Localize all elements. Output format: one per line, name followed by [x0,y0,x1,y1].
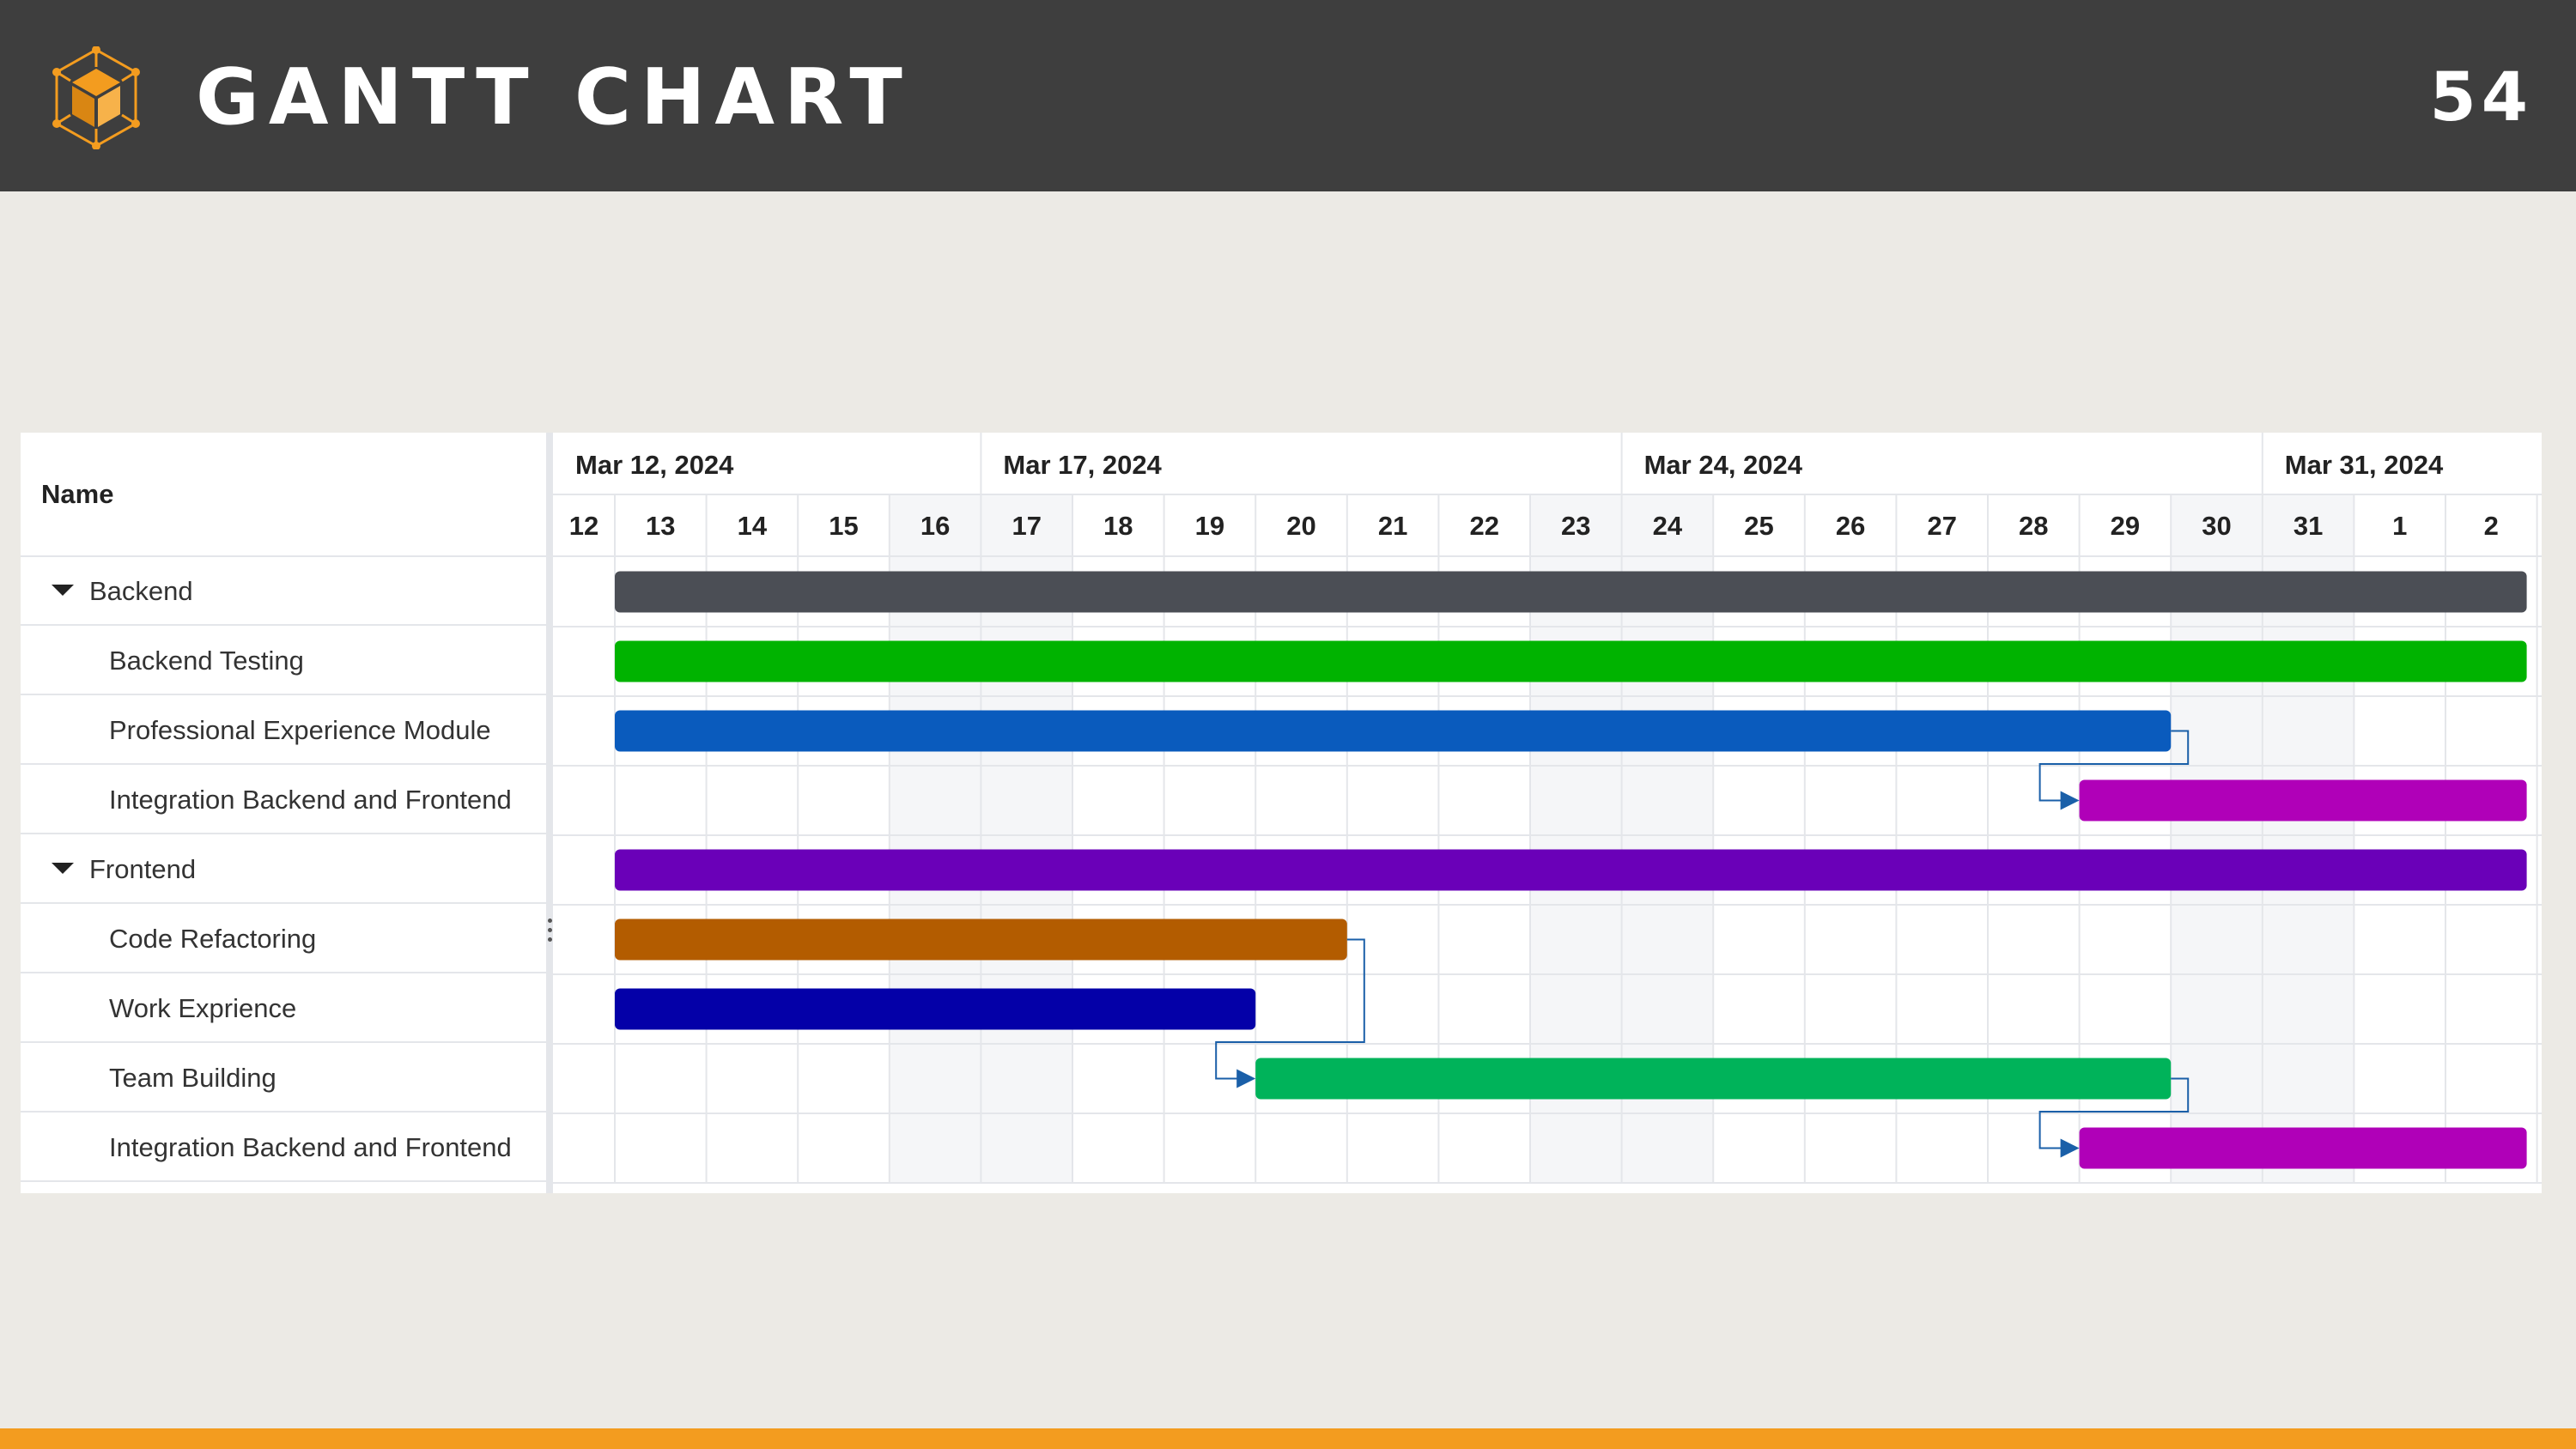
slide-title: GANTT CHART [196,52,912,142]
task-bar[interactable] [615,640,2527,682]
row-label: Professional Experience Module [109,715,491,745]
day-label: 16 [920,511,950,541]
week-label: Mar 12, 2024 [575,450,734,480]
day-label: 12 [569,511,598,541]
task-bar[interactable] [615,849,2527,891]
day-label: 27 [1927,511,1956,541]
row-label: Work Exprience [109,993,297,1023]
task-bar[interactable] [615,919,1347,961]
day-label: 18 [1103,511,1133,541]
day-label: 19 [1195,511,1224,541]
task-row[interactable]: Backend Testing [21,627,546,695]
task-row[interactable]: Team Building [21,1044,546,1113]
collapse-caret-icon[interactable] [52,863,74,874]
panel-splitter[interactable] [546,433,553,1193]
cube-network-icon [52,46,140,149]
day-label: 15 [829,511,858,541]
task-bar[interactable] [2079,779,2527,822]
day-label: 13 [646,511,675,541]
task-grid: Name Backend Backend Testing Professional … [21,433,546,1193]
task-bar[interactable] [615,988,1256,1030]
gantt-chart: Name Backend Backend Testing Professional … [21,433,2542,1193]
splitter-grip-icon[interactable] [546,913,553,948]
week-label: Mar 24, 2024 [1644,450,1803,480]
day-label: 29 [2111,511,2140,541]
task-bar[interactable] [1255,1058,2172,1100]
day-label: 31 [2293,511,2323,541]
day-label: 21 [1378,511,1407,541]
task-row[interactable]: Work Exprience [21,974,546,1043]
row-label: Integration Backend and Frontend [109,1132,512,1162]
row-label: Team Building [109,1063,276,1093]
day-label: 28 [2019,511,2048,541]
dependency-arrow-icon [2060,791,2080,810]
row-label: Frontend [89,854,197,884]
week-label: Mar 17, 2024 [1003,450,1162,480]
dependency-arrow-icon [1236,1069,1256,1088]
row-label: Code Refactoring [109,924,317,954]
slide-number: 54 [2429,59,2533,136]
group-row[interactable]: Frontend [21,835,546,904]
slide-header: GANTT CHART 54 [0,0,2576,191]
day-label: 17 [1012,511,1041,541]
day-label: 22 [1469,511,1498,541]
day-label: 30 [2202,511,2231,541]
day-label: 26 [1836,511,1865,541]
dependency-arrow-icon [2060,1138,2080,1158]
day-label: 25 [1744,511,1773,541]
task-bar[interactable] [615,571,2527,613]
collapse-caret-icon[interactable] [52,585,74,596]
bottom-accent-bar [0,1428,2576,1449]
timeline-panel: 12 13 14 15 16 17 18 19 20 21 22 23 24 25 26 27 28 29 30 31… [553,433,2542,1193]
row-label: Integration Backend and Frontend [109,785,512,815]
task-row[interactable]: Professional Experience Module [21,696,546,765]
row-label: Backend [89,576,193,606]
task-bar[interactable] [2079,1127,2527,1169]
name-column-header[interactable]: Name [41,479,113,510]
task-row[interactable]: Code Refactoring [21,905,546,973]
day-label: 1 [2392,511,2407,541]
row-label: Backend Testing [109,646,304,676]
day-label: 20 [1286,511,1315,541]
day-label: 23 [1561,511,1590,541]
task-bar[interactable] [615,710,2172,752]
task-row[interactable]: Integration Backend and Frontend [21,1113,546,1182]
week-label: Mar 31, 2024 [2285,450,2444,480]
group-row[interactable]: Backend [21,557,546,626]
timeline-canvas: 12 13 14 15 16 17 18 19 20 21 22 23 24 25 26 27 28 29 30 31… [553,433,2542,1184]
task-row[interactable]: Integration Backend and Frontend [21,766,546,834]
day-label: 2 [2484,511,2499,541]
day-label: 24 [1653,511,1683,541]
grid-header: Name [21,433,546,557]
day-label: 14 [738,511,768,541]
